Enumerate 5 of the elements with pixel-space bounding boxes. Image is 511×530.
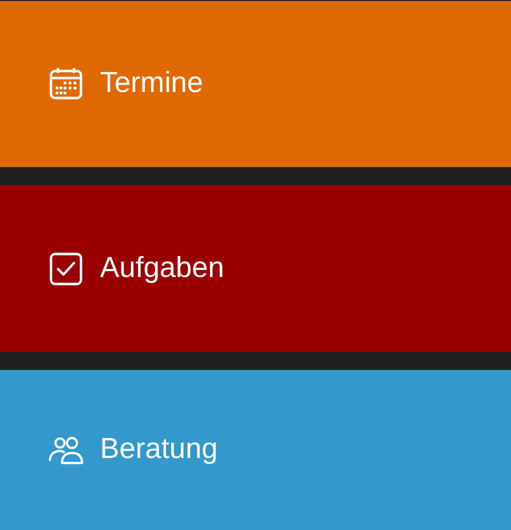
menu-tile[interactable]: Aufgaben xyxy=(0,185,511,352)
calendar-icon xyxy=(48,66,84,102)
menu-tile[interactable]: Termine xyxy=(0,1,511,167)
checkbox-icon xyxy=(48,250,84,286)
menu-tile[interactable]: Beratung xyxy=(0,370,511,530)
